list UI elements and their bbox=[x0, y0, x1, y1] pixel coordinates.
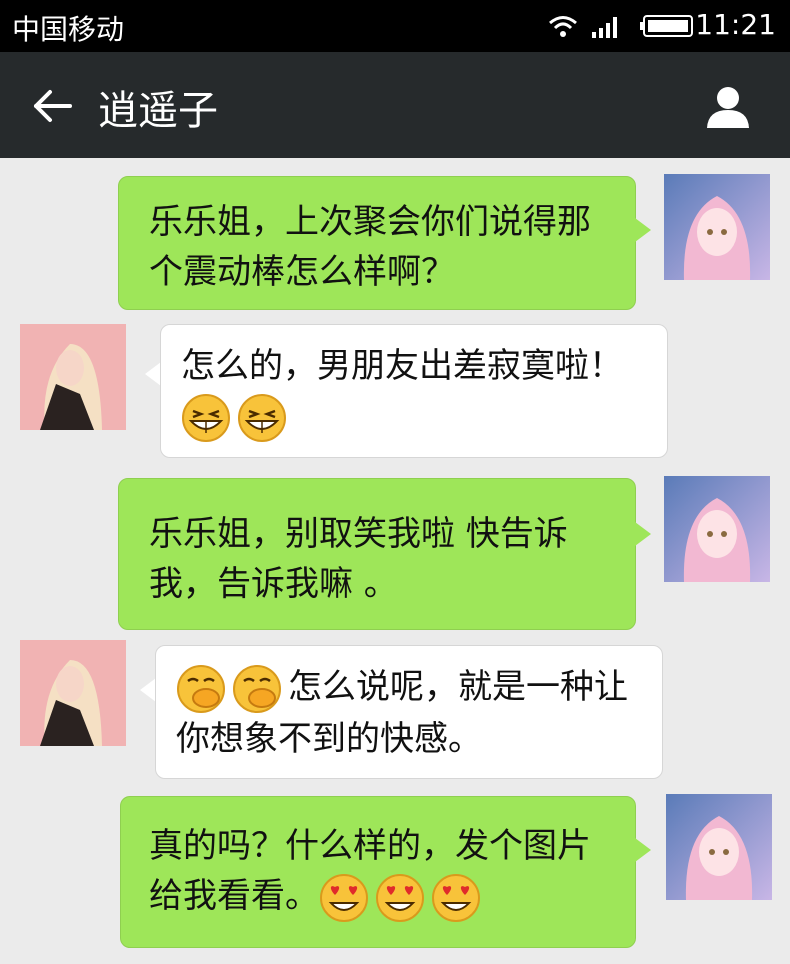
message-bubble-outgoing[interactable]: 乐乐姐，上次聚会你们说得那个震动棒怎么样啊？ bbox=[118, 176, 636, 310]
battery-icon bbox=[640, 15, 693, 37]
message-text: 真的吗？什么样的，发个图片给我看看。 bbox=[149, 826, 591, 916]
message-bubble-outgoing[interactable]: 乐乐姐，别取笑我啦 快告诉我，告诉我嘛 。 bbox=[118, 478, 636, 630]
message-text: 乐乐姐，上次聚会你们说得那个震动棒怎么样啊？ bbox=[149, 202, 591, 292]
heart-eyes-emoji bbox=[376, 873, 424, 922]
bubble-tail bbox=[635, 522, 651, 546]
signal-icon bbox=[592, 17, 617, 38]
grin-emoji bbox=[238, 393, 286, 442]
wifi-icon bbox=[549, 16, 577, 37]
chat-header: 逍遥子 bbox=[0, 52, 790, 158]
heart-eyes-emoji bbox=[320, 873, 368, 922]
profile-icon[interactable] bbox=[704, 82, 752, 130]
my-avatar[interactable] bbox=[664, 174, 770, 280]
my-avatar[interactable] bbox=[666, 794, 772, 900]
contact-avatar[interactable] bbox=[20, 324, 126, 430]
status-bar: 中国移动 11:21 bbox=[0, 0, 790, 52]
my-avatar[interactable] bbox=[664, 476, 770, 582]
bubble-tail bbox=[635, 838, 651, 862]
message-bubble-incoming[interactable]: 怎么的，男朋友出差寂寞啦！ bbox=[160, 324, 668, 458]
message-text: 乐乐姐，别取笑我啦 快告诉我，告诉我嘛 。 bbox=[149, 514, 568, 604]
grin-emoji bbox=[182, 393, 230, 442]
heart-eyes-emoji bbox=[432, 873, 480, 922]
message-bubble-incoming[interactable]: 怎么说呢，就是一种让你想象不到的快感。 bbox=[155, 645, 663, 779]
bubble-tail bbox=[145, 362, 161, 386]
contact-avatar[interactable] bbox=[20, 640, 126, 746]
bubble-tail bbox=[635, 218, 651, 242]
hand-over-mouth-emoji bbox=[233, 664, 281, 713]
message-bubble-outgoing[interactable]: 真的吗？什么样的，发个图片给我看看。 bbox=[120, 796, 636, 948]
back-arrow-icon[interactable] bbox=[28, 86, 76, 126]
carrier-name: 中国移动 bbox=[12, 13, 125, 46]
clock: 11:21 bbox=[695, 8, 776, 41]
bubble-tail bbox=[140, 678, 156, 702]
contact-name: 逍遥子 bbox=[98, 88, 218, 134]
message-text: 怎么的，男朋友出差寂寞啦！ bbox=[181, 346, 623, 386]
hand-over-mouth-emoji bbox=[177, 664, 225, 713]
